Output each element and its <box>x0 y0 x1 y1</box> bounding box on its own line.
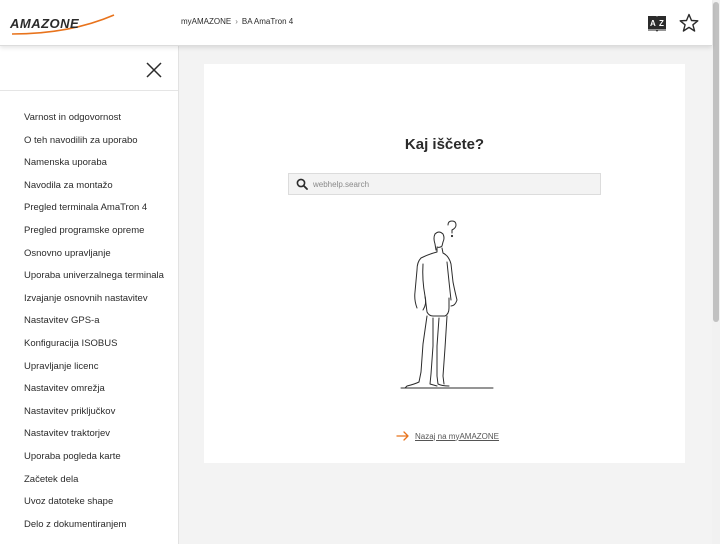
sidebar-item-navodila-montaza[interactable]: Navodila za montažo <box>24 180 164 203</box>
close-sidebar-button[interactable] <box>144 60 164 80</box>
sidebar-item-zacetek-dela[interactable]: Začetek dela <box>24 474 164 497</box>
sidebar-nav: Varnost in odgovornost O teh navodilih z… <box>24 112 164 541</box>
sidebar-item-univerzalni-terminal[interactable]: Uporaba univerzalnega terminala <box>24 270 164 293</box>
main-content: Kaj iščete? webhelp.search Nazaj na myAM… <box>179 46 712 544</box>
sidebar-item-pregled-programske[interactable]: Pregled programske opreme <box>24 225 164 248</box>
search-box[interactable] <box>288 173 601 195</box>
book-az-icon[interactable]: A Z <box>646 12 668 34</box>
page-title: Kaj iščete? <box>404 136 485 153</box>
arrow-right-icon <box>396 431 409 441</box>
sidebar-item-prikljucki[interactable]: Nastavitev priključkov <box>24 406 164 429</box>
sidebar-item-namenska-uporaba[interactable]: Namenska uporaba <box>24 157 164 180</box>
scrollbar-thumb[interactable] <box>713 2 719 322</box>
sidebar: Varnost in odgovornost O teh navodilih z… <box>0 46 179 544</box>
sidebar-item-licence[interactable]: Upravljanje licenc <box>24 361 164 384</box>
sidebar-item-gps[interactable]: Nastavitev GPS-a <box>24 315 164 338</box>
amazone-logo[interactable]: AMAZONE <box>10 12 116 36</box>
search-icon[interactable] <box>291 174 313 194</box>
search-input[interactable] <box>313 175 583 193</box>
sidebar-item-uvoz-shape[interactable]: Uvoz datoteke shape <box>24 496 164 519</box>
sidebar-divider <box>0 90 178 91</box>
breadcrumb: myAMAZONE › BA AmaTron 4 <box>181 17 293 26</box>
sidebar-item-traktorji[interactable]: Nastavitev traktorjev <box>24 428 164 451</box>
svg-text:A: A <box>650 19 656 28</box>
sidebar-item-varnost[interactable]: Varnost in odgovornost <box>24 112 164 135</box>
top-header: AMAZONE myAMAZONE › BA AmaTron 4 A Z <box>0 0 712 46</box>
close-icon <box>146 62 162 78</box>
sidebar-item-osnovno-upravljanje[interactable]: Osnovno upravljanje <box>24 248 164 271</box>
breadcrumb-separator: › <box>235 17 238 26</box>
logo-text: AMAZONE <box>10 16 80 31</box>
star-icon[interactable] <box>678 12 700 34</box>
search-card: Kaj iščete? webhelp.search Nazaj na myAM… <box>204 64 685 463</box>
svg-text:Z: Z <box>659 19 664 28</box>
sidebar-item-pregled-terminala[interactable]: Pregled terminala AmaTron 4 <box>24 202 164 225</box>
sidebar-item-omrezje[interactable]: Nastavitev omrežja <box>24 383 164 406</box>
back-link-label[interactable]: Nazaj na myAMAZONE <box>415 432 499 441</box>
back-to-myamazone-link[interactable]: Nazaj na myAMAZONE <box>396 431 499 441</box>
sidebar-item-osnovne-nastavitve[interactable]: Izvajanje osnovnih nastavitev <box>24 293 164 316</box>
breadcrumb-item-myamazone[interactable]: myAMAZONE <box>181 17 231 26</box>
sidebar-item-pogled-karte[interactable]: Uporaba pogleda karte <box>24 451 164 474</box>
sidebar-item-o-navodilih[interactable]: O teh navodilih za uporabo <box>24 135 164 158</box>
person-question-illustration <box>400 220 494 389</box>
sidebar-item-dokumentiranje[interactable]: Delo z dokumentiranjem <box>24 519 164 542</box>
page-scrollbar[interactable] <box>712 0 720 544</box>
breadcrumb-item-current[interactable]: BA AmaTron 4 <box>242 17 293 26</box>
sidebar-item-isobus[interactable]: Konfiguracija ISOBUS <box>24 338 164 361</box>
